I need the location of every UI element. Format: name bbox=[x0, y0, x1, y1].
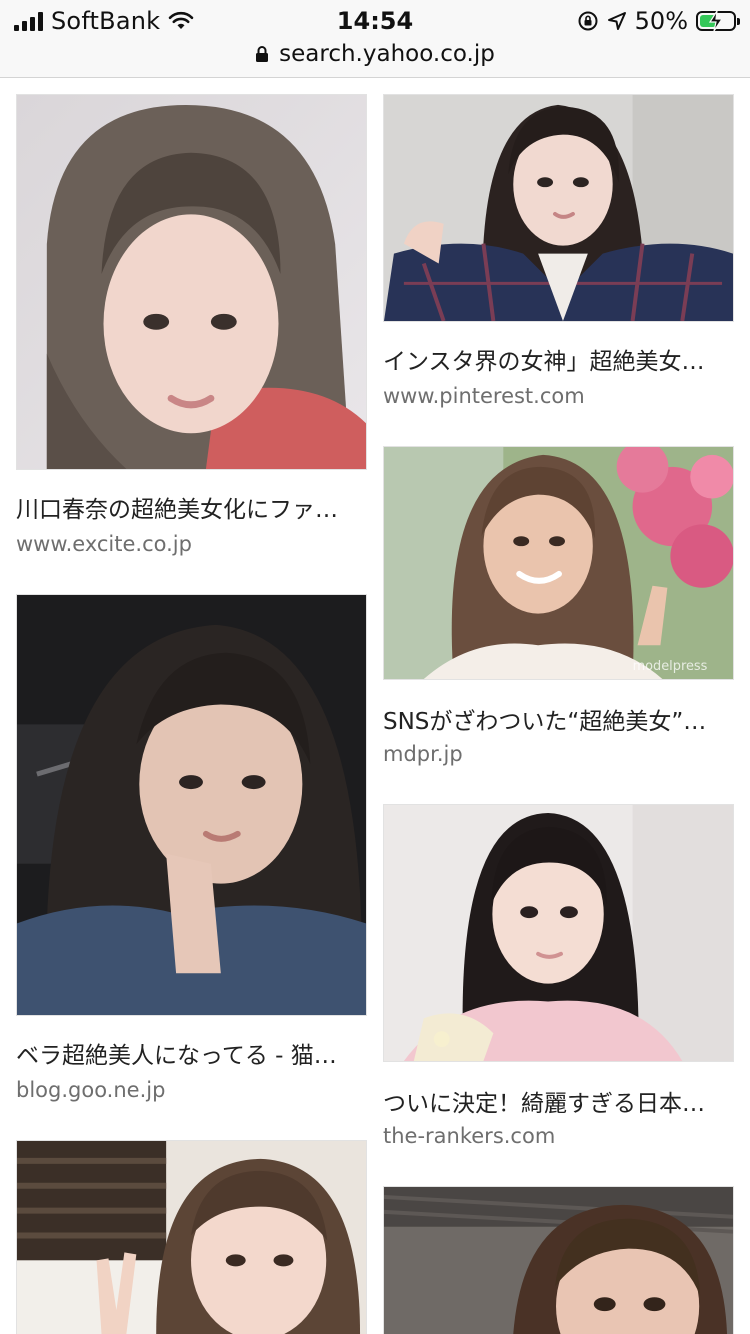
result-card[interactable]: modelpress SNSがざわついた“超絶美女”… mdpr.jp bbox=[383, 446, 734, 770]
result-card[interactable] bbox=[16, 1140, 367, 1334]
orientation-lock-icon bbox=[578, 11, 598, 31]
result-card[interactable]: ついに決定！綺麗すぎる日本… the-rankers.com bbox=[383, 804, 734, 1152]
result-title[interactable]: 川口春奈の超絶美女化にファ… bbox=[16, 490, 367, 524]
result-source: www.pinterest.com bbox=[383, 384, 585, 408]
result-image[interactable] bbox=[383, 94, 734, 322]
result-source: the-rankers.com bbox=[383, 1124, 556, 1148]
result-image[interactable] bbox=[383, 1186, 734, 1334]
battery-percent: 50% bbox=[634, 7, 688, 35]
result-image[interactable] bbox=[16, 594, 367, 1016]
result-card[interactable]: インスタ界の女神」超絶美女… www.pinterest.com bbox=[383, 94, 734, 414]
result-card[interactable] bbox=[383, 1186, 734, 1334]
status-right: 50% bbox=[577, 6, 740, 36]
lock-icon bbox=[256, 46, 269, 62]
result-image[interactable] bbox=[16, 1140, 367, 1334]
battery-charging-icon bbox=[696, 10, 740, 32]
watermark: modelpress bbox=[633, 659, 708, 674]
result-source: blog.goo.ne.jp bbox=[16, 1078, 166, 1102]
result-title[interactable]: ベラ超絶美人になってる - 猫… bbox=[16, 1036, 367, 1070]
url-text: search.yahoo.co.jp bbox=[279, 41, 495, 67]
result-image[interactable] bbox=[383, 804, 734, 1062]
result-source: mdpr.jp bbox=[383, 742, 463, 766]
result-title[interactable]: SNSがざわついた“超絶美女”… bbox=[383, 702, 734, 736]
screen: SoftBank 14:54 50% search.yahoo.co.jp 川口… bbox=[0, 0, 750, 1334]
result-title[interactable]: インスタ界の女神」超絶美女… bbox=[383, 342, 734, 376]
result-card[interactable]: 川口春奈の超絶美女化にファ… www.excite.co.jp bbox=[16, 94, 367, 564]
location-icon bbox=[607, 12, 626, 30]
address-bar[interactable]: search.yahoo.co.jp bbox=[0, 38, 750, 70]
result-image[interactable] bbox=[16, 94, 367, 470]
result-title[interactable]: ついに決定！綺麗すぎる日本… bbox=[383, 1084, 734, 1118]
result-card[interactable]: ベラ超絶美人になってる - 猫… blog.goo.ne.jp bbox=[16, 594, 367, 1106]
result-source: www.excite.co.jp bbox=[16, 532, 192, 556]
status-bar: SoftBank 14:54 50% search.yahoo.co.jp bbox=[0, 0, 750, 78]
result-image[interactable]: modelpress bbox=[383, 446, 734, 680]
